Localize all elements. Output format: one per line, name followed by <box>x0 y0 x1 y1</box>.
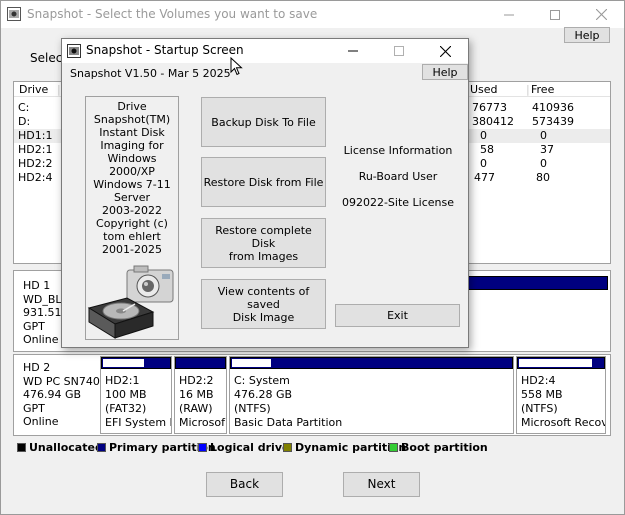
disk-1-partition-bar[interactable] <box>466 276 608 290</box>
license-type: 092022-Site License <box>341 196 455 209</box>
column-free[interactable]: Free <box>531 83 554 96</box>
partition-hd2-2[interactable]: HD2:2 16 MB (RAW) Microsof <box>174 356 227 434</box>
minimize-icon[interactable] <box>486 1 532 28</box>
partition-c-system[interactable]: C: System 476.28 GB (NTFS) Basic Data Pa… <box>229 356 514 434</box>
legend-logical-drive: Logical drive <box>198 441 289 454</box>
column-used[interactable]: Used <box>470 83 498 96</box>
mouse-cursor-icon <box>230 57 243 76</box>
version-label: Snapshot V1.50 - Mar 5 2025 <box>70 67 231 80</box>
back-button[interactable]: Back <box>206 472 283 497</box>
backup-disk-button[interactable]: Backup Disk To File <box>201 97 326 147</box>
snapshot-app-icon <box>7 7 21 21</box>
next-button[interactable]: Next <box>343 472 420 497</box>
main-window-title: Snapshot - Select the Volumes you want t… <box>27 7 318 21</box>
about-text: Drive Snapshot(TM) Instant Disk Imaging … <box>93 100 171 256</box>
restore-disk-button[interactable]: Restore Disk from File <box>201 157 326 207</box>
startup-dialog: Snapshot - Startup Screen Snapshot V1.50… <box>61 38 469 348</box>
license-title: License Information <box>343 144 453 157</box>
partition-usage-bar <box>175 357 226 369</box>
disk-2-info: HD 2 WD PC SN740 476.94 GB GPT Online <box>23 361 100 428</box>
maximize-icon <box>376 39 422 63</box>
main-help-button[interactable]: Help <box>564 27 610 43</box>
partition-usage-bar <box>517 357 605 369</box>
column-drive[interactable]: Drive <box>19 83 48 96</box>
dialog-title: Snapshot - Startup Screen <box>86 43 244 57</box>
legend-unallocated: Unallocated <box>17 441 103 454</box>
restore-complete-disk-button[interactable]: Restore complete Disk from Images <box>201 218 326 268</box>
hard-disk-icon <box>87 297 155 339</box>
minimize-icon[interactable] <box>330 39 376 63</box>
main-titlebar[interactable]: Snapshot - Select the Volumes you want t… <box>1 1 624 28</box>
dialog-help-button[interactable]: Help <box>422 64 468 80</box>
license-user: Ru-Board User <box>358 170 438 183</box>
partition-usage-bar <box>101 357 171 369</box>
close-icon[interactable] <box>422 39 468 63</box>
partition-hd2-1[interactable]: HD2:1 100 MB (FAT32) EFI System P <box>100 356 172 434</box>
view-image-contents-button[interactable]: View contents of saved Disk Image <box>201 279 326 329</box>
snapshot-app-icon <box>67 44 81 58</box>
legend-dynamic-partition: Dynamic partition <box>283 441 406 454</box>
maximize-icon[interactable] <box>532 1 578 28</box>
partition-hd2-4[interactable]: HD2:4 558 MB (NTFS) Microsoft Recov <box>516 356 606 434</box>
legend-boot-partition: Boot partition <box>389 441 488 454</box>
partition-usage-bar <box>230 357 513 369</box>
exit-button[interactable]: Exit <box>335 304 460 327</box>
close-icon[interactable] <box>578 1 624 28</box>
about-panel: Drive Snapshot(TM) Instant Disk Imaging … <box>85 96 179 340</box>
dialog-titlebar[interactable]: Snapshot - Startup Screen <box>62 39 468 63</box>
